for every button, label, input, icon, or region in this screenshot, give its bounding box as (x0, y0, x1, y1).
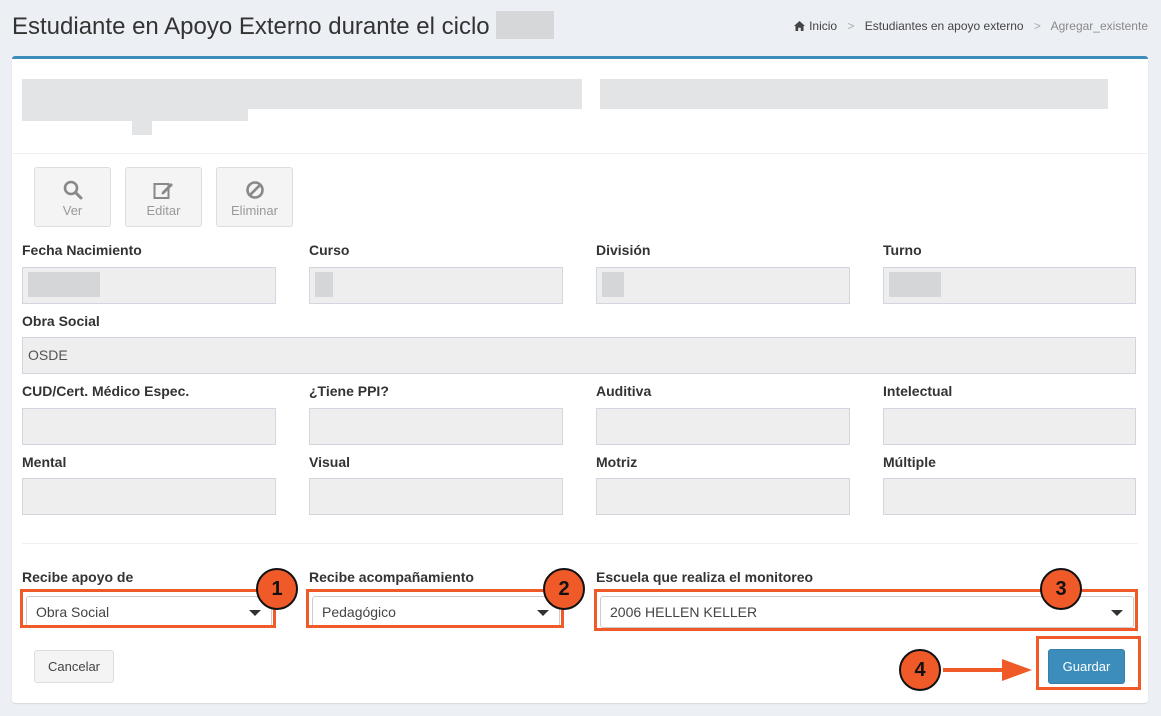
redacted-value (315, 272, 333, 297)
division-label: División (596, 242, 651, 258)
view-button-label: Ver (62, 203, 83, 218)
multiple-label: Múltiple (883, 454, 936, 470)
intelectual-field[interactable] (883, 408, 1136, 445)
step-badge-2: 2 (543, 568, 585, 610)
delete-button[interactable]: Eliminar (216, 167, 293, 227)
motriz-field[interactable] (596, 478, 850, 515)
turno-field[interactable] (883, 267, 1136, 304)
highlight-apoyo (20, 589, 276, 628)
mental-label: Mental (22, 454, 67, 470)
visual-field[interactable] (309, 478, 563, 515)
page-title-text: Estudiante en Apoyo Externo durante el c… (12, 13, 490, 40)
redacted-cycle (495, 11, 554, 39)
edit-button[interactable]: Editar (125, 167, 202, 227)
highlight-guardar (1036, 636, 1141, 690)
mental-field[interactable] (22, 478, 276, 515)
acompanamiento-label: Recibe acompañamiento (309, 569, 474, 585)
page-header: Estudiante en Apoyo Externo durante el c… (0, 0, 1161, 56)
ban-icon (245, 181, 264, 199)
auditiva-field[interactable] (596, 408, 850, 445)
cancel-button[interactable]: Cancelar (34, 650, 114, 683)
breadcrumb-current: Agregar_existente (1050, 19, 1148, 33)
division-field[interactable] (596, 267, 850, 304)
highlight-acompanamiento (306, 589, 564, 628)
breadcrumb-separator: > (1033, 19, 1041, 33)
view-button[interactable]: Ver (34, 167, 111, 227)
apoyo-label: Recibe apoyo de (22, 569, 134, 585)
student-name-heading (12, 59, 1148, 154)
breadcrumb-home[interactable]: Inicio (794, 19, 840, 33)
breadcrumb-home-label: Inicio (809, 19, 838, 33)
redacted-value (602, 272, 624, 297)
redacted-value (28, 272, 100, 297)
breadcrumb: Inicio > Estudiantes en apoyo externo > … (794, 19, 1148, 33)
cud-label: CUD/Cert. Médico Espec. (22, 383, 190, 399)
turno-label: Turno (883, 242, 922, 258)
edit-icon (153, 183, 173, 199)
obra-social-field[interactable]: OSDE (22, 337, 1136, 374)
breadcrumb-separator: > (847, 19, 855, 33)
redacted-value (889, 272, 941, 297)
home-icon (794, 21, 806, 31)
intelectual-label: Intelectual (883, 383, 953, 399)
curso-field[interactable] (309, 267, 563, 304)
obra-social-label: Obra Social (22, 313, 100, 329)
redacted-name-block (600, 79, 1108, 109)
escuela-label: Escuela que realiza el monitoreo (596, 569, 814, 585)
auditiva-label: Auditiva (596, 383, 652, 399)
section-divider (22, 543, 1138, 544)
redacted-name-block (22, 107, 248, 121)
search-icon (63, 180, 82, 200)
curso-label: Curso (309, 242, 350, 258)
step-badge-1: 1 (256, 568, 298, 610)
annotation-arrow-shaft (943, 668, 1003, 672)
visual-label: Visual (309, 454, 350, 470)
edit-button-label: Editar (146, 203, 181, 218)
fecha-nacimiento-field[interactable] (22, 267, 276, 304)
ppi-label: ¿Tiene PPI? (309, 383, 389, 399)
ppi-field[interactable] (309, 408, 563, 445)
cud-field[interactable] (22, 408, 276, 445)
page-title: Estudiante en Apoyo Externo durante el c… (12, 11, 554, 41)
breadcrumb-students[interactable]: Estudiantes en apoyo externo (865, 19, 1024, 33)
annotation-arrow-head (1002, 659, 1032, 681)
motriz-label: Motriz (596, 454, 638, 470)
step-badge-4: 4 (899, 649, 941, 691)
delete-button-label: Eliminar (231, 203, 278, 218)
fecha-nacimiento-label: Fecha Nacimiento (22, 242, 142, 258)
multiple-field[interactable] (883, 478, 1136, 515)
redacted-name-block (132, 121, 152, 135)
redacted-name-block (22, 79, 582, 109)
step-badge-3: 3 (1040, 568, 1082, 610)
